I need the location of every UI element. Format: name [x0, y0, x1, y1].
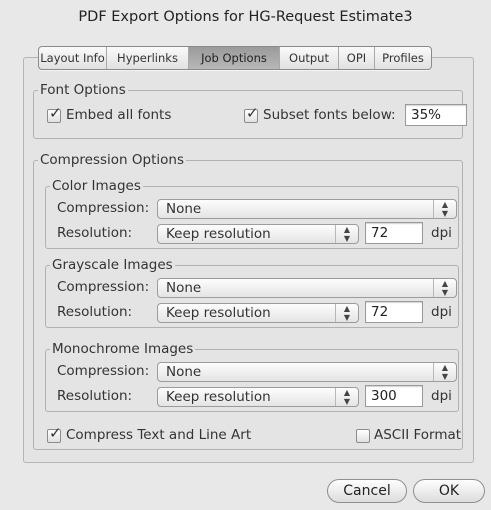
tab-job-options[interactable]: Job Options [189, 47, 280, 69]
color-resolution-popup[interactable]: Keep resolution ▲ ▼ [157, 224, 359, 244]
stepper-arrows-icon: ▲ ▼ [335, 304, 358, 322]
stepper-arrows-icon: ▲ ▼ [433, 279, 456, 297]
tab-hyperlinks[interactable]: Hyperlinks [107, 47, 189, 69]
grayscale-dpi-unit: dpi [431, 304, 452, 320]
compress-text-checkbox[interactable]: ✓ [47, 424, 62, 443]
font-options-legend: Font Options [38, 82, 128, 98]
compression-options-legend: Compression Options [38, 152, 186, 168]
compress-text-label: Compress Text and Line Art [66, 427, 252, 443]
tab-profiles[interactable]: Profiles [375, 47, 431, 69]
color-dpi-field[interactable]: 72 [365, 222, 423, 244]
ascii-format-label: ASCII Format [374, 427, 462, 443]
subset-fonts-checkbox[interactable]: ✓ [244, 104, 259, 123]
subset-percent-field[interactable]: 35% [405, 104, 467, 126]
tab-layout-info[interactable]: Layout Info [39, 47, 107, 69]
monochrome-compression-label: Compression: [57, 363, 150, 379]
monochrome-dpi-unit: dpi [431, 388, 452, 404]
monochrome-resolution-value: Keep resolution [166, 389, 271, 405]
subset-fonts-label: Subset fonts below: [263, 107, 396, 123]
monochrome-dpi-field[interactable]: 300 [365, 385, 423, 407]
color-images-legend: Color Images [50, 178, 143, 194]
grayscale-resolution-value: Keep resolution [166, 305, 271, 321]
ok-button[interactable]: OK [413, 479, 485, 503]
checkmark-icon: ✓ [246, 104, 259, 122]
stepper-arrows-icon: ▲ ▼ [433, 363, 456, 381]
window-title: PDF Export Options for HG-Request Estima… [78, 9, 413, 25]
cancel-button[interactable]: Cancel [327, 479, 407, 503]
monochrome-compression-popup[interactable]: None ▲ ▼ [157, 362, 457, 382]
tab-opi[interactable]: OPI [339, 47, 375, 69]
grayscale-resolution-label: Resolution: [57, 304, 133, 320]
grayscale-compression-label: Compression: [57, 279, 150, 295]
color-resolution-value: Keep resolution [166, 226, 271, 242]
stepper-arrows-icon: ▲ ▼ [433, 200, 456, 218]
color-compression-value: None [166, 201, 202, 217]
embed-all-fonts-checkbox[interactable]: ✓ [47, 104, 62, 123]
ascii-format-checkbox[interactable] [356, 429, 370, 443]
color-dpi-unit: dpi [431, 225, 452, 241]
color-compression-popup[interactable]: None ▲ ▼ [157, 199, 457, 219]
checkmark-icon: ✓ [49, 424, 62, 442]
stepper-arrows-icon: ▲ ▼ [335, 388, 358, 406]
embed-all-fonts-label: Embed all fonts [66, 107, 172, 123]
grayscale-resolution-popup[interactable]: Keep resolution ▲ ▼ [157, 303, 359, 323]
monochrome-resolution-label: Resolution: [57, 388, 133, 404]
tab-output[interactable]: Output [280, 47, 339, 69]
stepper-arrows-icon: ▲ ▼ [335, 225, 358, 243]
color-resolution-label: Resolution: [57, 225, 133, 241]
grayscale-images-legend: Grayscale Images [50, 257, 175, 273]
grayscale-dpi-field[interactable]: 72 [365, 301, 423, 323]
monochrome-images-legend: Monochrome Images [50, 341, 196, 357]
monochrome-resolution-popup[interactable]: Keep resolution ▲ ▼ [157, 387, 359, 407]
tab-bar: Layout Info Hyperlinks Job Options Outpu… [38, 46, 432, 70]
color-compression-label: Compression: [57, 200, 150, 216]
checkmark-icon: ✓ [49, 104, 62, 122]
grayscale-compression-value: None [166, 280, 202, 296]
grayscale-compression-popup[interactable]: None ▲ ▼ [157, 278, 457, 298]
monochrome-compression-value: None [166, 364, 202, 380]
